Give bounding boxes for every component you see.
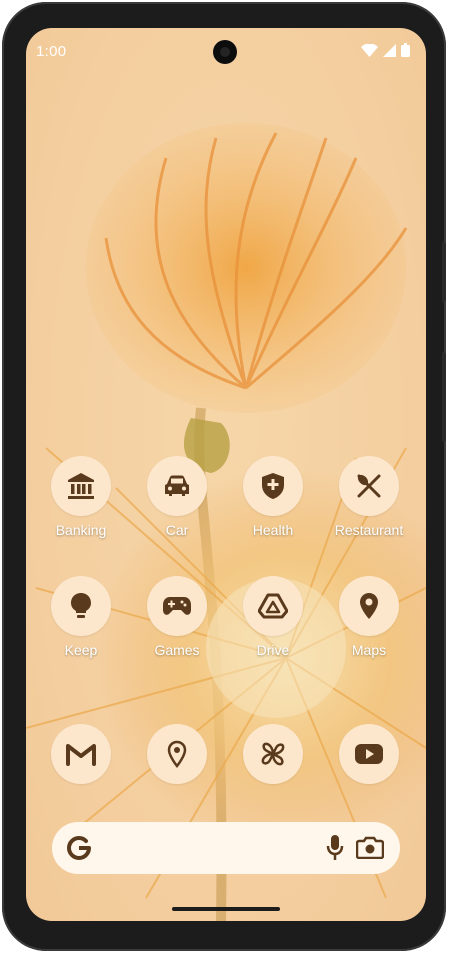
signal-icon xyxy=(383,43,396,57)
pinwheel-icon xyxy=(261,742,285,766)
app-label-drive: Drive xyxy=(256,642,290,658)
app-label-maps: Maps xyxy=(351,642,387,658)
drive-icon xyxy=(258,593,288,619)
drive-button[interactable] xyxy=(243,576,303,636)
volume-button xyxy=(442,352,446,442)
car-button[interactable] xyxy=(147,456,207,516)
map-pin-icon xyxy=(360,593,378,619)
power-button xyxy=(442,242,446,302)
maps-button[interactable] xyxy=(339,576,399,636)
lightbulb-icon xyxy=(71,593,91,618)
app-label-keep: Keep xyxy=(64,642,98,658)
app-banking[interactable]: Banking xyxy=(33,456,129,538)
google-g-icon xyxy=(66,835,91,861)
fork-knife-icon xyxy=(357,474,381,498)
app-label-health: Health xyxy=(252,522,294,538)
battery-icon xyxy=(401,43,410,57)
pinwheel-button[interactable] xyxy=(243,724,303,784)
app-maps[interactable]: Maps xyxy=(321,576,417,658)
car-icon xyxy=(165,475,189,496)
dock-location[interactable] xyxy=(129,724,225,784)
app-drive[interactable]: Drive xyxy=(225,576,321,658)
app-games[interactable]: Games xyxy=(129,576,225,658)
health-button[interactable] xyxy=(243,456,303,516)
dock-pinwheel[interactable] xyxy=(225,724,321,784)
location-icon xyxy=(167,740,187,768)
gmail-icon xyxy=(66,744,96,766)
navigation-handle[interactable] xyxy=(172,907,280,911)
status-bar: 1:00 xyxy=(26,28,426,74)
app-label-games: Games xyxy=(154,642,200,658)
app-label-car: Car xyxy=(165,522,189,538)
phone-frame: 1:00 Banking Car Health Restaurant Keep … xyxy=(2,2,446,951)
wifi-icon xyxy=(361,43,378,57)
app-keep[interactable]: Keep xyxy=(33,576,129,658)
restaurant-button[interactable] xyxy=(339,456,399,516)
app-car[interactable]: Car xyxy=(129,456,225,538)
mic-icon[interactable] xyxy=(326,834,344,862)
dock-gmail[interactable] xyxy=(33,724,129,784)
search-bar[interactable] xyxy=(52,822,400,874)
youtube-icon xyxy=(355,744,383,764)
keep-button[interactable] xyxy=(51,576,111,636)
home-screen: 1:00 Banking Car Health Restaurant Keep … xyxy=(26,28,426,921)
app-health[interactable]: Health xyxy=(225,456,321,538)
health-shield-icon xyxy=(262,473,284,499)
app-label-banking: Banking xyxy=(55,522,107,538)
lens-icon[interactable] xyxy=(356,835,384,859)
status-time: 1:00 xyxy=(36,43,67,60)
app-restaurant[interactable]: Restaurant xyxy=(321,456,417,538)
youtube-button[interactable] xyxy=(339,724,399,784)
bank-icon xyxy=(68,473,94,499)
games-button[interactable] xyxy=(147,576,207,636)
status-icons xyxy=(361,43,410,57)
gmail-button[interactable] xyxy=(51,724,111,784)
gamepad-icon xyxy=(163,597,191,615)
app-label-restaurant: Restaurant xyxy=(334,522,404,538)
location-button[interactable] xyxy=(147,724,207,784)
dock-youtube[interactable] xyxy=(321,724,417,784)
banking-button[interactable] xyxy=(51,456,111,516)
